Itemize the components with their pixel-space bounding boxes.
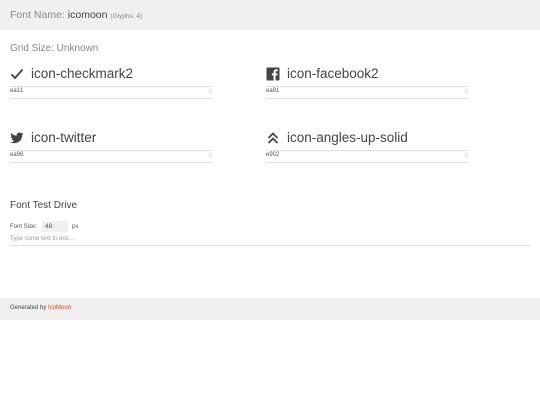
glyph-code-field[interactable]: ea11 ▯ [10,86,212,99]
font-size-label: Font Size: [10,224,38,230]
footer-bar: Generated by IcoMoon [0,298,540,320]
facebook-icon [266,67,280,81]
font-name-value: icomoon [67,9,108,21]
glyph-card: icon-checkmark2 ea11 ▯ [10,66,212,99]
glyph-name: icon-twitter [31,130,97,145]
glyph-name: icon-angles-up-solid [287,130,408,145]
glyph-name: icon-checkmark2 [31,66,134,81]
header-bar: Font Name: icomoon (Glyphs: 4) [0,0,540,30]
glyph-count: (Glyphs: 4) [110,13,143,20]
glyph-code: ea11 [10,88,23,94]
angles-up-icon [266,131,280,145]
glyph-code-field[interactable]: ea96 ▯ [10,150,212,163]
twitter-icon [10,131,24,145]
glyph-code-field[interactable]: ea91 ▯ [266,86,468,99]
glyph-code-field[interactable]: e902 ▯ [266,150,468,163]
generated-by-text: Generated by IcoMoon [10,305,71,311]
glyph-code: e902 [266,152,280,158]
test-text-input[interactable]: Type some text to test... [10,234,530,246]
checkmark-icon [10,67,24,81]
font-size-input[interactable]: 48 [42,221,68,232]
grid-size-label: Grid Size: Unknown [10,43,99,54]
glyph-preview-box: ▯ [464,89,468,95]
glyph-name: icon-facebook2 [287,66,379,81]
font-name-label: Font Name: [10,9,65,21]
glyph-card: icon-twitter ea96 ▯ [10,130,212,163]
font-name-title: Font Name: icomoon (Glyphs: 4) [10,9,142,21]
glyph-card: icon-angles-up-solid e902 ▯ [266,130,468,163]
glyph-preview-box: ▯ [208,153,212,159]
glyph-preview-box: ▯ [464,153,468,159]
glyph-card: icon-facebook2 ea91 ▯ [266,66,468,99]
glyph-preview-box: ▯ [208,89,212,95]
generated-by-label: Generated by [10,305,47,311]
font-test-drive-title: Font Test Drive [10,200,78,211]
icomoon-link[interactable]: IcoMoon [48,305,71,311]
glyph-code: ea96 [10,152,24,158]
font-size-unit: px [72,224,79,230]
glyph-code: ea91 [266,88,280,94]
